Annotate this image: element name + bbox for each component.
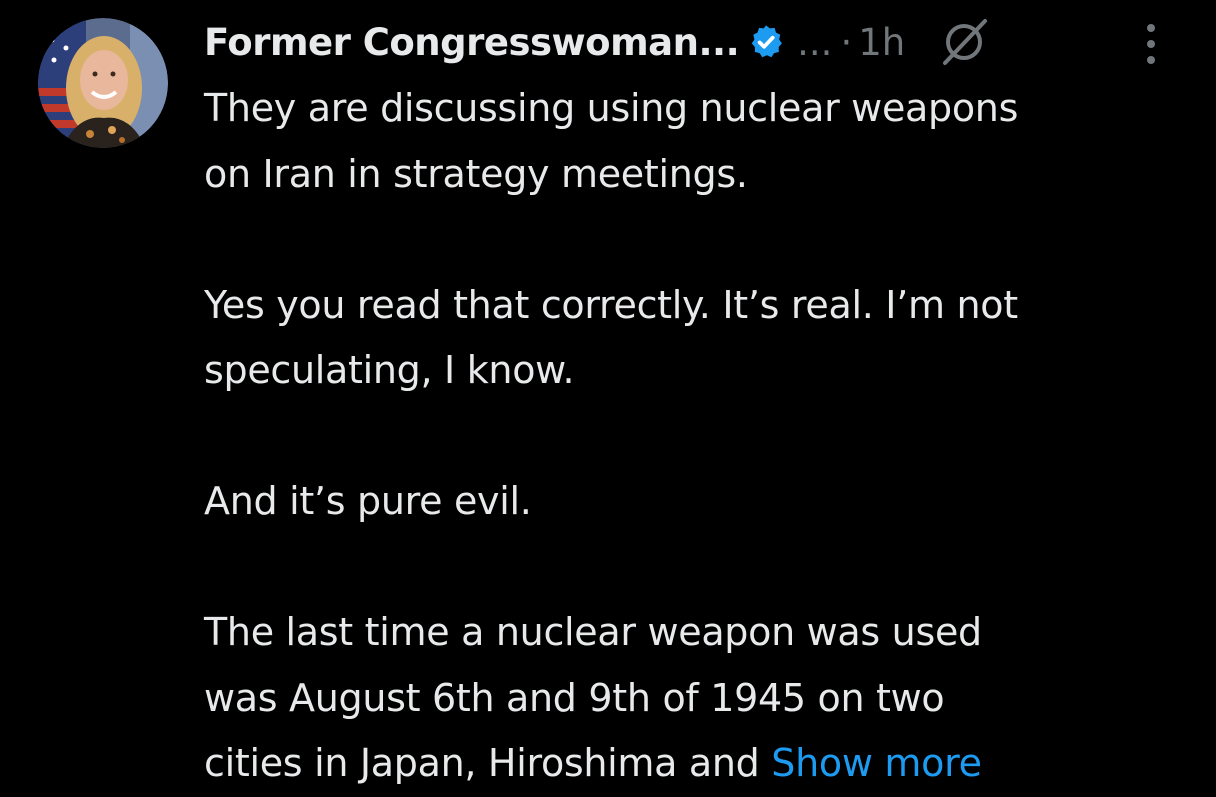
verified-badge-icon — [747, 23, 785, 61]
grok-icon[interactable] — [937, 15, 991, 69]
tweet-text: They are discussing using nuclear weapon… — [204, 76, 1204, 797]
timestamp[interactable]: 1h — [858, 21, 905, 64]
tweet-paragraph: They are discussing using nuclear weapon… — [204, 86, 1019, 196]
more-options-icon[interactable] — [1139, 22, 1163, 66]
tweet-card[interactable]: Former Congresswoman... ... · 1h They ar… — [0, 0, 1216, 787]
handle[interactable]: ... — [797, 21, 832, 64]
show-more-link[interactable]: Show more — [771, 741, 982, 785]
avatar[interactable] — [38, 18, 168, 148]
tweet-paragraph: And it’s pure evil. — [204, 479, 532, 523]
tweet-paragraph: Yes you read that correctly. It’s real. … — [204, 282, 1018, 393]
display-name[interactable]: Former Congresswoman... — [204, 21, 740, 64]
tweet-paragraph-last: The last time a nuclear weapon was used … — [204, 600, 1204, 797]
separator: · — [840, 20, 853, 64]
tweet-header: Former Congresswoman... ... · 1h — [204, 14, 1184, 70]
